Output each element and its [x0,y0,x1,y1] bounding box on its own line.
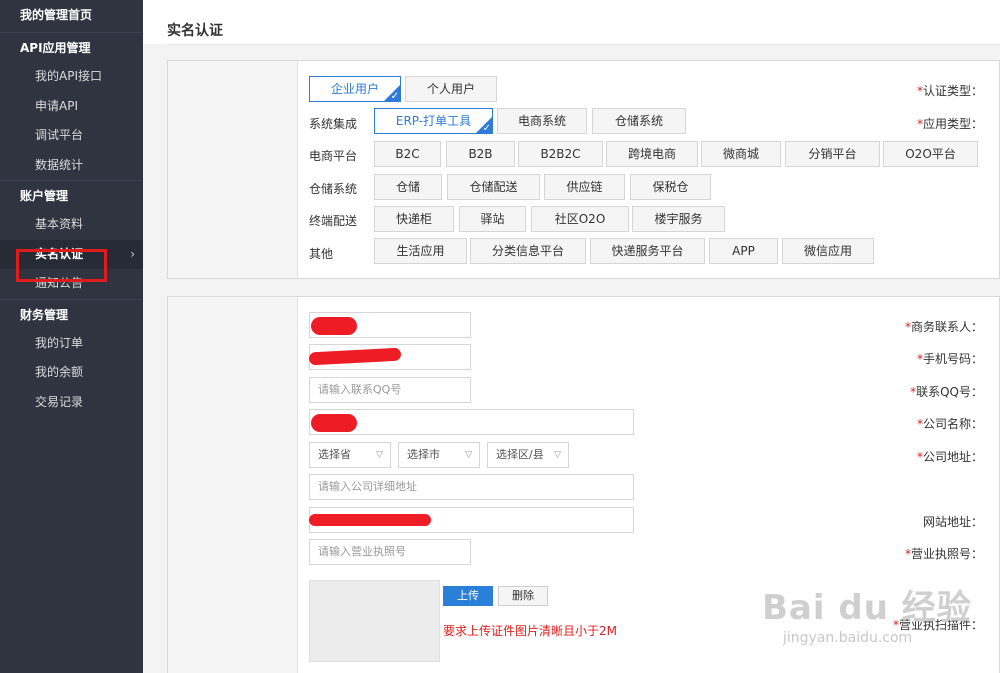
app-option-locker[interactable]: 快递柜 [374,206,454,232]
chevron-down-icon: ▽ [465,450,472,460]
app-option-b2c[interactable]: B2C [374,141,441,167]
app-row-label-delivery: 终端配送 [309,214,358,228]
website-label: 网站地址： [922,515,983,529]
chevron-down-icon: ▽ [376,450,383,460]
check-icon: ✓ [390,91,399,102]
label-column [168,297,298,673]
chevron-right-icon: › [130,246,135,261]
title-bar: 实名认证 [143,0,1000,44]
app-option-bonded[interactable]: 保税仓 [630,174,711,200]
city-select[interactable]: 选择市 ▽ [398,442,480,468]
type-panel: *认证类型： 企业用户 ✓ 个人用户 *应用类型： 系统集成 ERP-打单工具 ✓ … [167,60,1000,279]
upload-note: 要求上传证件图片清晰且小于2M [443,624,617,638]
company-label: *公司名称： [916,417,983,431]
license-preview [309,580,440,662]
qq-input[interactable]: 请输入联系QQ号 [309,377,471,403]
app-option-storage[interactable]: 仓储 [374,174,442,200]
page-title: 实名认证 [167,23,223,39]
app-row-label-integration: 系统集成 [309,117,358,131]
sidebar-item-stats[interactable]: 数据统计 [0,151,143,181]
phone-label: *手机号码： [916,352,983,366]
app-option-wechat[interactable]: 微信应用 [782,238,874,264]
qq-label: *联系QQ号： [910,385,983,399]
app-option-life[interactable]: 生活应用 [374,238,467,264]
sidebar-item-profile[interactable]: 基本资料 [0,210,143,240]
title-divider [167,44,1000,45]
redaction-mark [311,414,357,432]
app-option-express[interactable]: 快递服务平台 [590,238,705,264]
license-no-label: *营业执照号： [904,547,983,561]
app-option-warehouse-system[interactable]: 仓储系统 [592,108,686,134]
sidebar-item-apply-api[interactable]: 申请API [0,92,143,122]
app-option-erp[interactable]: ERP-打单工具 ✓ [374,108,493,134]
district-select[interactable]: 选择区/县 ▽ [487,442,569,468]
contact-label: *商务联系人： [904,320,983,334]
sidebar-item-balance[interactable]: 我的余额 [0,358,143,388]
app-row-label-other: 其他 [309,247,334,261]
app-option-app[interactable]: APP [709,238,778,264]
company-input[interactable] [309,409,634,435]
app-type-label: *应用类型： [916,117,983,131]
cert-type-label: *认证类型： [916,84,983,98]
sidebar-item-transactions[interactable]: 交易记录 [0,388,143,418]
app-option-storage-delivery[interactable]: 仓储配送 [447,174,540,200]
license-no-input[interactable]: 请输入营业执照号 [309,539,471,565]
app-option-building[interactable]: 楼宇服务 [632,206,725,232]
app-option-distribution[interactable]: 分销平台 [785,141,880,167]
app-option-crossborder[interactable]: 跨境电商 [606,141,698,167]
redaction-mark [309,514,431,526]
app-option-supply-chain[interactable]: 供应链 [544,174,625,200]
upload-button[interactable]: 上传 [443,586,493,606]
check-icon: ✓ [482,123,491,134]
address-label: *公司地址： [916,450,983,464]
label-column [168,61,298,278]
main-content: 实名认证 *认证类型： 企业用户 ✓ 个人用户 *应用类型： 系统集成 ERP-打… [143,0,1000,673]
sidebar-item-my-api[interactable]: 我的API接口 [0,62,143,92]
sidebar: 我的管理首页 API应用管理 我的API接口 申请API 调试平台 数据统计 账… [0,0,143,673]
sidebar-item-debug[interactable]: 调试平台 [0,121,143,151]
app-option-station[interactable]: 驿站 [459,206,526,232]
app-option-b2b2c[interactable]: B2B2C [518,141,603,167]
chevron-down-icon: ▽ [554,450,561,460]
sidebar-item-orders[interactable]: 我的订单 [0,329,143,359]
cert-option-personal[interactable]: 个人用户 [405,76,497,102]
app-row-label-ecom: 电商平台 [309,149,358,163]
province-select[interactable]: 选择省 ▽ [309,442,391,468]
sidebar-home[interactable]: 我的管理首页 [0,0,143,32]
app-option-classified[interactable]: 分类信息平台 [470,238,586,264]
delete-button[interactable]: 删除 [498,586,548,606]
app-option-weshop[interactable]: 微商城 [701,141,781,167]
app-option-o2o-platform[interactable]: O2O平台 [883,141,978,167]
redaction-mark [311,317,357,335]
app-option-community-o2o[interactable]: 社区O2O [531,206,629,232]
sidebar-group-finance[interactable]: 财务管理 [0,298,143,329]
watermark-url: jingyan.baidu.com [783,630,913,646]
cert-option-enterprise[interactable]: 企业用户 ✓ [309,76,401,102]
sidebar-group-account[interactable]: 账户管理 [0,180,143,210]
highlight-box [16,249,107,282]
watermark-logo: Bai du 经验 [762,588,972,628]
address-detail-input[interactable]: 请输入公司详细地址 [309,474,634,500]
app-option-ecom-system[interactable]: 电商系统 [497,108,587,134]
sidebar-group-api[interactable]: API应用管理 [0,32,143,62]
app-option-b2b[interactable]: B2B [446,141,515,167]
app-row-label-warehouse: 仓储系统 [309,182,358,196]
